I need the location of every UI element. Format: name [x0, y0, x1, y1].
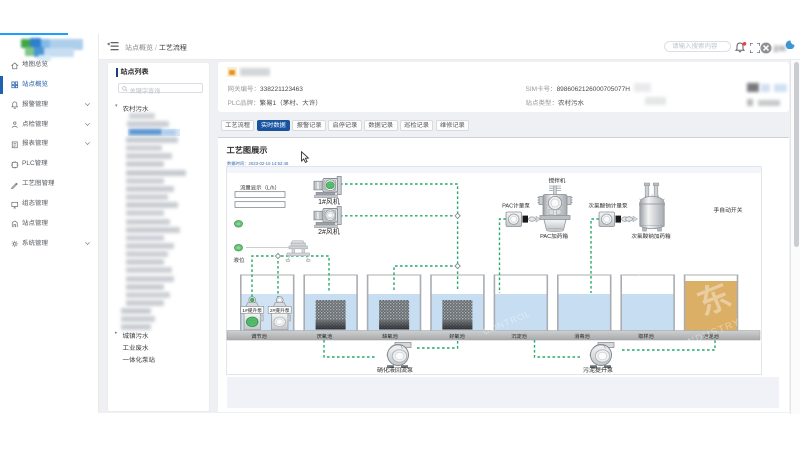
svg-text:手自动开关: 手自动开关 [714, 207, 743, 214]
svg-text:消毒池: 消毒池 [574, 333, 590, 340]
svg-text:硝化液回流泵: 硝化液回流泵 [377, 366, 413, 374]
svg-text:污泥提升泵: 污泥提升泵 [583, 366, 613, 374]
svg-text:沉淀池: 沉淀池 [511, 333, 527, 340]
svg-text:好氧池: 好氧池 [449, 333, 465, 340]
svg-text:搅拌机: 搅拌机 [549, 178, 566, 185]
svg-text:取样池: 取样池 [638, 333, 654, 340]
svg-text:次氯酸钠加药箱: 次氯酸钠加药箱 [631, 233, 671, 240]
svg-text:缺氧池: 缺氧池 [382, 333, 398, 340]
svg-text:调节池: 调节池 [251, 333, 267, 340]
svg-text:2#提升泵: 2#提升泵 [270, 307, 290, 314]
svg-text:PAC计量泵: PAC计量泵 [502, 203, 530, 210]
svg-text:PAC加药箱: PAC加药箱 [540, 233, 568, 240]
svg-text:2#风机: 2#风机 [318, 228, 340, 236]
svg-text:1#提升泵: 1#提升泵 [242, 307, 262, 314]
svg-text:1#风机: 1#风机 [318, 198, 340, 206]
svg-text:厌氧池: 厌氧池 [317, 333, 333, 340]
svg-text:次氯酸钠计量泵: 次氯酸钠计量泵 [588, 203, 628, 210]
svg-text:HJ: HJ [627, 273, 644, 289]
svg-text:液位: 液位 [233, 257, 245, 264]
svg-text:流量显示（L/h）: 流量显示（L/h） [240, 185, 280, 192]
